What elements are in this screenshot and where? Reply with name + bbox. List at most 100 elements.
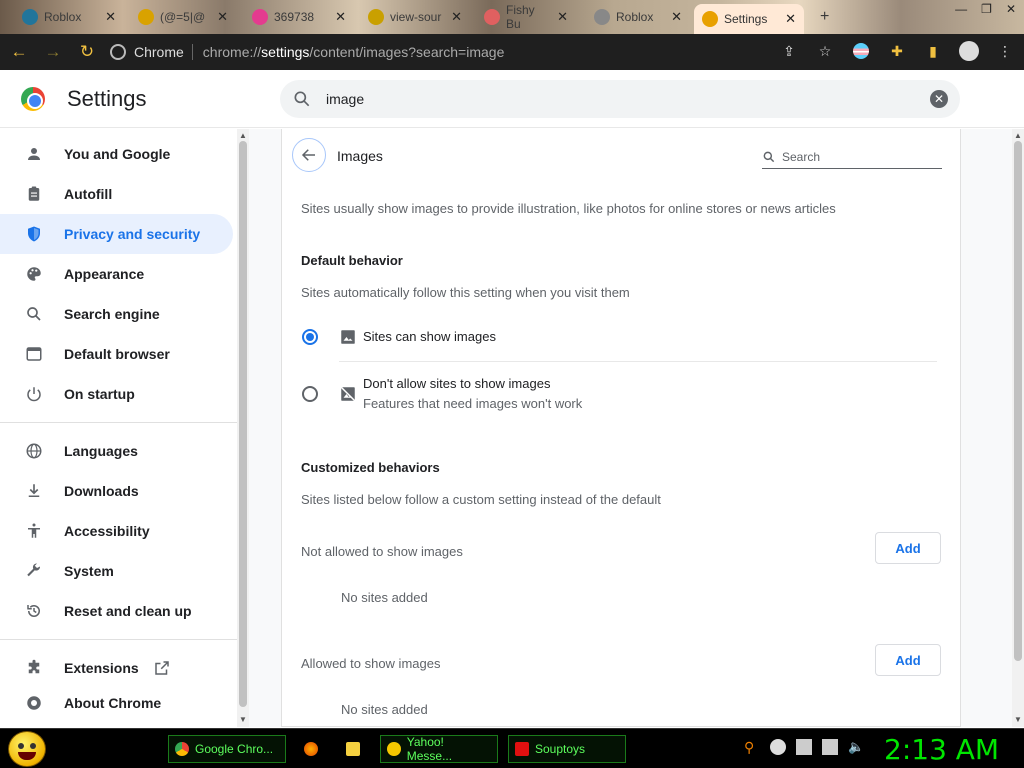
volume-icon[interactable]: 🔈 xyxy=(848,739,864,755)
shield-icon xyxy=(24,224,44,244)
address-bar[interactable]: Chrome chrome://settings/content/images?… xyxy=(110,38,850,66)
puzzle-icon[interactable]: ✚ xyxy=(886,40,908,62)
radio-allow-images[interactable] xyxy=(302,329,318,345)
task-google-chrome[interactable]: Google Chro... xyxy=(168,735,286,763)
customized-behaviors-subtitle: Sites listed below follow a custom setti… xyxy=(301,492,661,507)
smiley-icon xyxy=(387,742,401,756)
tab-roblox-1[interactable]: Roblox ✕ xyxy=(14,4,124,30)
add-allowed-button[interactable]: Add xyxy=(875,644,941,676)
main-scrollbar[interactable]: ▲ ▼ xyxy=(1012,129,1024,727)
more-menu-icon[interactable]: ⋮ xyxy=(994,40,1016,62)
sidebar-item-reset-and-clean-up[interactable]: Reset and clean up xyxy=(0,591,237,631)
start-button[interactable] xyxy=(8,731,46,767)
scroll-thumb[interactable] xyxy=(239,141,247,707)
new-tab-button[interactable]: + xyxy=(812,4,842,30)
settings-search-input[interactable] xyxy=(326,91,886,107)
tab-4[interactable]: view-sour ✕ xyxy=(360,4,470,30)
back-button[interactable] xyxy=(292,138,326,172)
close-tab-icon[interactable]: ✕ xyxy=(335,9,346,25)
toolbar-actions: ⇪ ☆ ✚ ▮ ⋮ xyxy=(778,40,1016,62)
not-allowed-empty: No sites added xyxy=(341,590,428,605)
restore-icon[interactable]: ❐ xyxy=(981,2,992,16)
person-icon xyxy=(24,144,44,164)
minimize-icon[interactable]: — xyxy=(955,2,967,16)
close-tab-icon[interactable]: ✕ xyxy=(785,11,796,27)
sidebar-item-privacy-and-security[interactable]: Privacy and security xyxy=(0,214,233,254)
close-tab-icon[interactable]: ✕ xyxy=(671,9,682,25)
forward-arrow-icon[interactable]: → xyxy=(38,37,68,67)
sidebar-item-autofill[interactable]: Autofill xyxy=(0,174,237,214)
status-icon[interactable] xyxy=(770,739,786,755)
clear-search-icon[interactable]: ✕ xyxy=(930,90,948,108)
close-tab-icon[interactable]: ✕ xyxy=(217,9,228,25)
sidebar-item-system[interactable]: System xyxy=(0,551,237,591)
not-allowed-heading: Not allowed to show images xyxy=(301,544,463,559)
side-panel-icon[interactable]: ▮ xyxy=(922,40,944,62)
palette-icon xyxy=(24,264,44,284)
sidebar-item-on-startup[interactable]: On startup xyxy=(0,374,237,414)
close-window-icon[interactable]: ✕ xyxy=(1006,2,1016,16)
tab-settings[interactable]: Settings ✕ xyxy=(694,4,804,34)
task-yahoo-messenger[interactable]: Yahoo! Messe... xyxy=(380,735,498,763)
sidebar-item-search-engine[interactable]: Search engine xyxy=(0,294,237,334)
gear-icon xyxy=(702,11,718,27)
sidebar-item-default-browser[interactable]: Default browser xyxy=(0,334,237,374)
close-tab-icon[interactable]: ✕ xyxy=(451,9,462,25)
allowed-heading: Allowed to show images xyxy=(301,656,441,671)
search-icon xyxy=(24,304,44,324)
search-icon[interactable]: ⚲ xyxy=(744,739,760,755)
sidebar-item-appearance[interactable]: Appearance xyxy=(0,254,237,294)
option-divider xyxy=(339,361,937,362)
site-search-field[interactable]: Search xyxy=(762,145,942,169)
share-icon[interactable]: ⇪ xyxy=(778,40,800,62)
globe-icon xyxy=(24,441,44,461)
site-icon xyxy=(368,9,384,25)
task-firefox[interactable] xyxy=(298,735,332,763)
task-folder[interactable] xyxy=(340,735,374,763)
url-host: settings xyxy=(261,44,310,60)
add-not-allowed-button[interactable]: Add xyxy=(875,532,941,564)
settings-search[interactable]: ✕ xyxy=(280,80,960,118)
tab-2[interactable]: (@=5|@ ✕ xyxy=(130,4,236,30)
tab-strip: Roblox ✕ (@=5|@ ✕ 369738 ✕ view-sour ✕ F… xyxy=(0,0,1024,34)
accessibility-icon xyxy=(24,521,44,541)
flag-icon[interactable] xyxy=(796,739,812,755)
scroll-up-arrow-icon[interactable]: ▲ xyxy=(1014,131,1022,140)
back-arrow-icon[interactable]: ← xyxy=(4,37,34,67)
network-icon[interactable] xyxy=(822,739,838,755)
sidebar-item-accessibility[interactable]: Accessibility xyxy=(0,511,237,551)
close-tab-icon[interactable]: ✕ xyxy=(557,9,568,25)
avatar-icon[interactable] xyxy=(958,40,980,62)
images-title: Images xyxy=(337,148,383,164)
sidebar-item-about-chrome[interactable]: About Chrome xyxy=(0,688,237,718)
scroll-down-arrow-icon[interactable]: ▼ xyxy=(1014,715,1022,724)
power-icon xyxy=(24,384,44,404)
star-icon[interactable]: ☆ xyxy=(814,40,836,62)
browser-icon xyxy=(24,344,44,364)
tab-roblox-2[interactable]: Roblox ✕ xyxy=(586,4,690,30)
scroll-up-arrow-icon[interactable]: ▲ xyxy=(239,131,247,140)
external-link-icon xyxy=(154,661,169,675)
search-icon xyxy=(763,151,775,162)
scroll-thumb[interactable] xyxy=(1014,141,1022,661)
sidebar-scrollbar[interactable]: ▲ ▼ xyxy=(237,129,249,727)
sidebar-divider xyxy=(0,422,237,423)
reload-icon[interactable]: ↻ xyxy=(72,37,102,67)
souptoys-icon xyxy=(515,742,529,756)
sidebar-item-you-and-google[interactable]: You and Google xyxy=(0,134,237,174)
task-souptoys[interactable]: Souptoys xyxy=(508,735,626,763)
sidebar-item-extensions[interactable]: Extensions xyxy=(0,648,237,688)
sidebar-item-downloads[interactable]: Downloads xyxy=(0,471,237,511)
sidebar-item-languages[interactable]: Languages xyxy=(0,431,237,471)
taskbar-clock[interactable]: 2:13 AM xyxy=(884,733,999,766)
firefox-icon xyxy=(304,742,318,756)
profile-flag-icon[interactable] xyxy=(850,40,872,62)
download-icon xyxy=(24,481,44,501)
tab-3[interactable]: 369738 ✕ xyxy=(244,4,354,30)
block-images-label: Don't allow sites to show images xyxy=(363,376,551,391)
scroll-down-arrow-icon[interactable]: ▼ xyxy=(239,715,247,724)
close-tab-icon[interactable]: ✕ xyxy=(105,9,116,25)
radio-block-images[interactable] xyxy=(302,386,318,402)
tab-5[interactable]: Fishy Bu ✕ xyxy=(476,3,576,31)
site-info-chip[interactable]: Chrome xyxy=(110,44,193,60)
